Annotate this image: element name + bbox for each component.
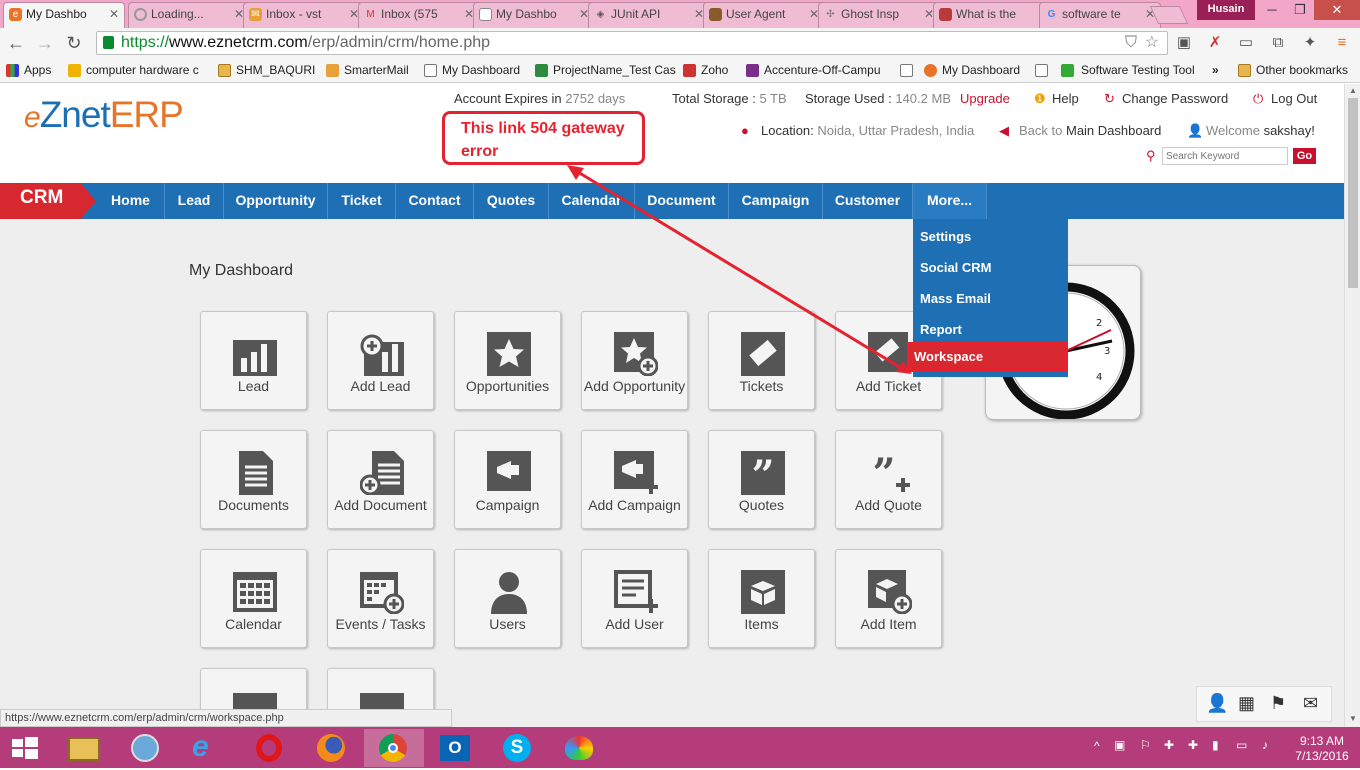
- meeting-icon[interactable]: ⚑: [1270, 693, 1286, 714]
- windows-logo-icon: [12, 737, 38, 759]
- browser-tab[interactable]: Loading... ✕: [128, 2, 250, 28]
- opera-icon[interactable]: [240, 729, 300, 767]
- sheet-icon: [535, 64, 548, 77]
- cast-icon[interactable]: ▭: [1236, 33, 1256, 53]
- bookmark-item[interactable]: Accenture-Off-Campu: [746, 62, 881, 79]
- profile-button[interactable]: Husain: [1197, 0, 1255, 20]
- start-button[interactable]: [0, 729, 50, 767]
- bookmark-item[interactable]: computer hardware c: [68, 62, 199, 79]
- bookmark-item[interactable]: ProjectName_Test Cas: [535, 62, 676, 79]
- power-tray-icon[interactable]: ▭: [1236, 738, 1247, 752]
- minimize-icon[interactable]: ─: [1258, 0, 1286, 20]
- status-bar-url: https://www.eznetcrm.com/erp/admin/crm/w…: [0, 709, 452, 727]
- znet-favicon-icon: e: [9, 8, 22, 21]
- menu-icon[interactable]: ≡: [1332, 33, 1352, 53]
- extension-icon[interactable]: ▣: [1174, 33, 1194, 53]
- envelope-icon[interactable]: ✉: [1303, 693, 1318, 714]
- page-favicon-icon: [479, 8, 492, 21]
- address-bar[interactable]: https://www.eznetcrm.com/erp/admin/crm/h…: [96, 31, 1168, 55]
- volume-icon[interactable]: ♪: [1262, 738, 1268, 752]
- folder-icon: [1238, 64, 1251, 77]
- network-icon[interactable]: ▮: [1212, 738, 1219, 752]
- tools-icon[interactable]: ✗: [1205, 33, 1225, 53]
- flag-tray-icon[interactable]: ⚐: [1140, 738, 1151, 752]
- forward-arrow-icon[interactable]: →: [34, 32, 56, 54]
- browser-tab[interactable]: M Inbox (575 ✕: [358, 2, 480, 28]
- quick-icons-bar: 👤 ▦ ⚑ ✉: [1196, 686, 1332, 722]
- page-favicon-icon: [939, 8, 952, 21]
- close-window-icon[interactable]: ✕: [1314, 0, 1360, 20]
- safari-icon[interactable]: [116, 729, 176, 767]
- shield-icon[interactable]: ⛉: [1125, 32, 1137, 54]
- browser-tab[interactable]: ◈ JUnit API ✕: [588, 2, 710, 28]
- firefox-icon[interactable]: [302, 729, 362, 767]
- browser-tab[interactable]: User Agent ✕: [703, 2, 825, 28]
- bookmark-apps[interactable]: Apps: [6, 62, 51, 79]
- znet-icon: [924, 64, 937, 77]
- windows-taskbar: e O S ^ ▣ ⚐ ✚ ✚ ▮ ▭ ♪ 9:13 AM 7/13/2016: [0, 727, 1360, 768]
- other-bookmarks[interactable]: Other bookmarks: [1238, 62, 1348, 79]
- folder-icon: [218, 64, 231, 77]
- browser-tab[interactable]: e My Dashbo ✕: [3, 2, 125, 28]
- browser-tab[interactable]: ✉ Inbox - vst ✕: [243, 2, 365, 28]
- annotation-arrow: [567, 165, 912, 374]
- window-icon[interactable]: ⧉: [1268, 33, 1288, 53]
- close-tab-icon[interactable]: ✕: [109, 3, 119, 25]
- bookmark-item[interactable]: Zoho: [683, 62, 728, 79]
- calendar-add-icon[interactable]: ▦: [1238, 693, 1255, 714]
- lock-icon: [103, 36, 114, 49]
- browser-tab-strip: e My Dashbo ✕ Loading... ✕ ✉ Inbox - vst ✕ MI…: [0, 0, 1360, 28]
- mail-icon: [326, 64, 339, 77]
- bookmark-item[interactable]: My Dashboard: [900, 62, 1020, 79]
- apps-grid-icon: [6, 64, 19, 77]
- bookmark-item[interactable]: Software Testing Tool: [1035, 62, 1195, 79]
- skype-icon[interactable]: S: [488, 729, 548, 767]
- web-page: eZnetERP Account Expires in 2752 days To…: [0, 84, 1344, 727]
- chrome-icon[interactable]: [364, 729, 424, 767]
- outlook-tray-icon[interactable]: ▣: [1114, 738, 1125, 752]
- browser-tab[interactable]: ✣ Ghost Insp ✕: [818, 2, 940, 28]
- bookmark-item[interactable]: SHM_BAQURI: [218, 62, 315, 79]
- file-explorer-icon[interactable]: [54, 729, 114, 767]
- browser-tab[interactable]: My Dashbo ✕: [473, 2, 595, 28]
- bookmark-item[interactable]: My Dashboard: [424, 62, 520, 79]
- testing-icon: [1061, 64, 1074, 77]
- gmail-favicon-icon: M: [366, 9, 375, 20]
- app-tray-icon[interactable]: ✚: [1164, 738, 1174, 752]
- system-clock[interactable]: 9:13 AM 7/13/2016: [1288, 734, 1356, 764]
- scroll-down-icon[interactable]: ▼: [1349, 714, 1357, 723]
- page-icon: [900, 64, 913, 77]
- page-icon: [1035, 64, 1048, 77]
- contact-card-icon[interactable]: 👤: [1206, 693, 1228, 714]
- google-favicon-icon: G: [1047, 9, 1056, 20]
- scroll-thumb[interactable]: [1348, 98, 1358, 288]
- page-scrollbar[interactable]: ▲ ▼: [1344, 84, 1360, 727]
- scroll-up-icon[interactable]: ▲: [1349, 86, 1357, 95]
- puzzle-icon[interactable]: ✦: [1300, 33, 1320, 53]
- outlook-icon[interactable]: O: [426, 729, 486, 767]
- ghost-favicon-icon: ✣: [826, 9, 835, 20]
- mail-favicon-icon: ✉: [249, 8, 262, 21]
- page-icon: [424, 64, 437, 77]
- internet-explorer-icon[interactable]: e: [178, 729, 238, 767]
- user-agent-favicon-icon: [709, 8, 722, 21]
- browser-tab[interactable]: What is the✕: [933, 2, 1055, 28]
- bookmarks-overflow-button[interactable]: »: [1212, 62, 1219, 79]
- app-tray-icon[interactable]: ✚: [1188, 738, 1198, 752]
- hardware-icon: [68, 64, 81, 77]
- reload-icon[interactable]: ↻: [63, 32, 85, 54]
- bookmarks-bar: Apps computer hardware c SHM_BAQURI Smar…: [0, 58, 1360, 83]
- bookmark-item[interactable]: SmarterMail: [326, 62, 409, 79]
- accenture-icon: [746, 64, 759, 77]
- junit-favicon-icon: ◈: [596, 9, 605, 20]
- back-arrow-icon[interactable]: ←: [5, 32, 27, 54]
- browser-toolbar: ← → ↻ https://www.eznetcrm.com/erp/admin…: [0, 28, 1360, 58]
- maximize-icon[interactable]: ❐: [1286, 0, 1314, 20]
- browser-tab[interactable]: Gsoftware te ✕: [1039, 2, 1161, 28]
- bookmark-star-icon[interactable]: ☆: [1145, 32, 1159, 54]
- zoho-icon: [683, 64, 696, 77]
- paint-icon[interactable]: [550, 729, 610, 767]
- loading-spinner-icon: [134, 8, 147, 21]
- show-hidden-icons[interactable]: ^: [1094, 739, 1100, 753]
